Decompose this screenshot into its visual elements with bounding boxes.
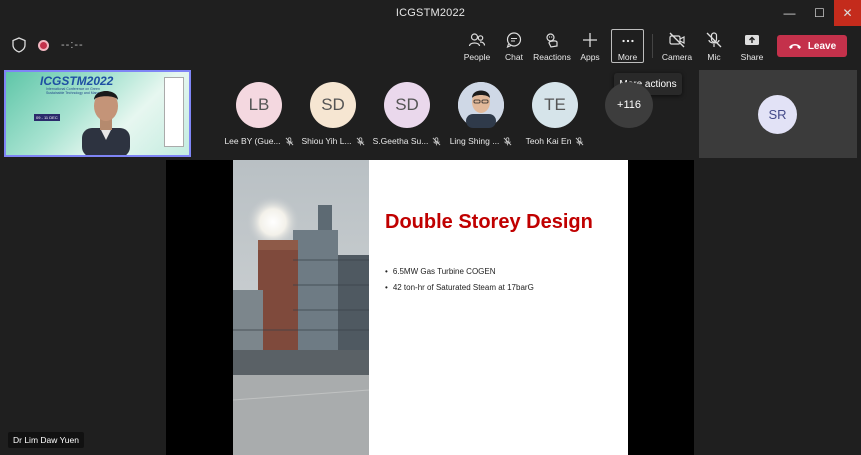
chat-label: Chat: [505, 52, 523, 62]
speaker-person-image: [82, 91, 130, 155]
hang-up-icon: [788, 44, 801, 49]
avatar: SR: [758, 95, 797, 134]
window-title: ICGSTM2022: [395, 7, 466, 19]
maximize-button[interactable]: ☐: [805, 0, 834, 26]
minimize-button[interactable]: —: [775, 0, 804, 26]
bullet-text: 42 ton-hr of Saturated Steam at 17barG: [392, 283, 534, 292]
participant-name: Lee BY (Gue...: [224, 136, 281, 146]
speaker-name-label: Dr Lim Daw Yuen: [8, 432, 84, 448]
camera-off-icon: [669, 32, 685, 48]
participant-name: Shiou Yih L...: [301, 136, 352, 146]
participant-name-row: Teoh Kai En: [509, 136, 601, 146]
close-button[interactable]: ✕: [834, 0, 861, 26]
sponsor-panel: [164, 77, 184, 147]
ellipsis-icon: [621, 39, 634, 43]
minimize-icon: —: [783, 6, 796, 20]
shield-icon[interactable]: [12, 37, 26, 53]
speaker-video-tile[interactable]: ICGSTM2022 International Conference on G…: [4, 70, 191, 157]
meeting-toolbar: --:-- People Chat Reactions Apps More Ca…: [0, 26, 861, 68]
list-item: • 6.5MW Gas Turbine COGEN: [385, 267, 534, 276]
slide-title: Double Storey Design: [385, 211, 593, 233]
avatar: [458, 82, 504, 128]
list-item: • 42 ton-hr of Saturated Steam at 17barG: [385, 283, 534, 292]
meeting-timer: --:--: [61, 39, 84, 51]
avatar: TE: [532, 82, 578, 128]
mic-label: Mic: [707, 52, 721, 62]
title-bar: ICGSTM2022 — ☐ ✕: [0, 0, 861, 26]
power-plant-photo: [233, 160, 369, 455]
profile-photo: [458, 82, 504, 128]
share-label: Share: [740, 52, 764, 62]
mic-off-icon: [706, 32, 722, 48]
avatar: SD: [310, 82, 356, 128]
share-button[interactable]: Share: [732, 28, 772, 64]
people-icon: [468, 33, 486, 47]
participant-name: Ling Shing ...: [449, 136, 500, 146]
participant-name: S.Geetha Su...: [372, 136, 429, 146]
avatar: LB: [236, 82, 282, 128]
reactions-button[interactable]: Reactions: [532, 28, 572, 64]
plus-icon: [583, 33, 597, 47]
mic-button[interactable]: Mic: [694, 28, 734, 64]
people-button[interactable]: People: [457, 28, 497, 64]
people-label: People: [463, 52, 491, 62]
more-label: More: [617, 52, 638, 62]
avatar: SD: [384, 82, 430, 128]
share-icon: [745, 35, 759, 45]
reactions-icon: [546, 33, 558, 48]
maximize-icon: ☐: [814, 6, 825, 20]
bullet-glyph: •: [385, 267, 388, 276]
participant-name: Teoh Kai En: [525, 136, 572, 146]
chat-button[interactable]: Chat: [494, 28, 534, 64]
toolbar-divider: [652, 34, 653, 58]
presentation-slide: Double Storey Design • 6.5MW Gas Turbine …: [233, 160, 628, 455]
mic-off-icon: [576, 136, 584, 145]
apps-button[interactable]: Apps: [570, 28, 610, 64]
bullet-text: 6.5MW Gas Turbine COGEN: [392, 267, 496, 276]
camera-label: Camera: [661, 52, 693, 62]
more-participants-button[interactable]: +116: [605, 82, 653, 128]
more-button[interactable]: More: [611, 29, 644, 63]
leave-button[interactable]: Leave: [777, 35, 847, 57]
close-icon: ✕: [842, 6, 853, 20]
participant-tile-sr[interactable]: SR: [699, 70, 857, 158]
recording-icon: [38, 39, 49, 51]
chat-icon: [506, 32, 522, 48]
banner-date: 09 - 11 DEC: [34, 114, 60, 121]
bullet-glyph: •: [385, 283, 388, 292]
participant-tile[interactable]: TE Teoh Kai En: [509, 82, 601, 146]
apps-label: Apps: [580, 52, 600, 62]
leave-label: Leave: [807, 40, 837, 52]
slide-bullet-list: • 6.5MW Gas Turbine COGEN • 42 ton-hr of S…: [385, 267, 534, 299]
reactions-label: Reactions: [533, 52, 571, 62]
camera-button[interactable]: Camera: [657, 28, 697, 64]
